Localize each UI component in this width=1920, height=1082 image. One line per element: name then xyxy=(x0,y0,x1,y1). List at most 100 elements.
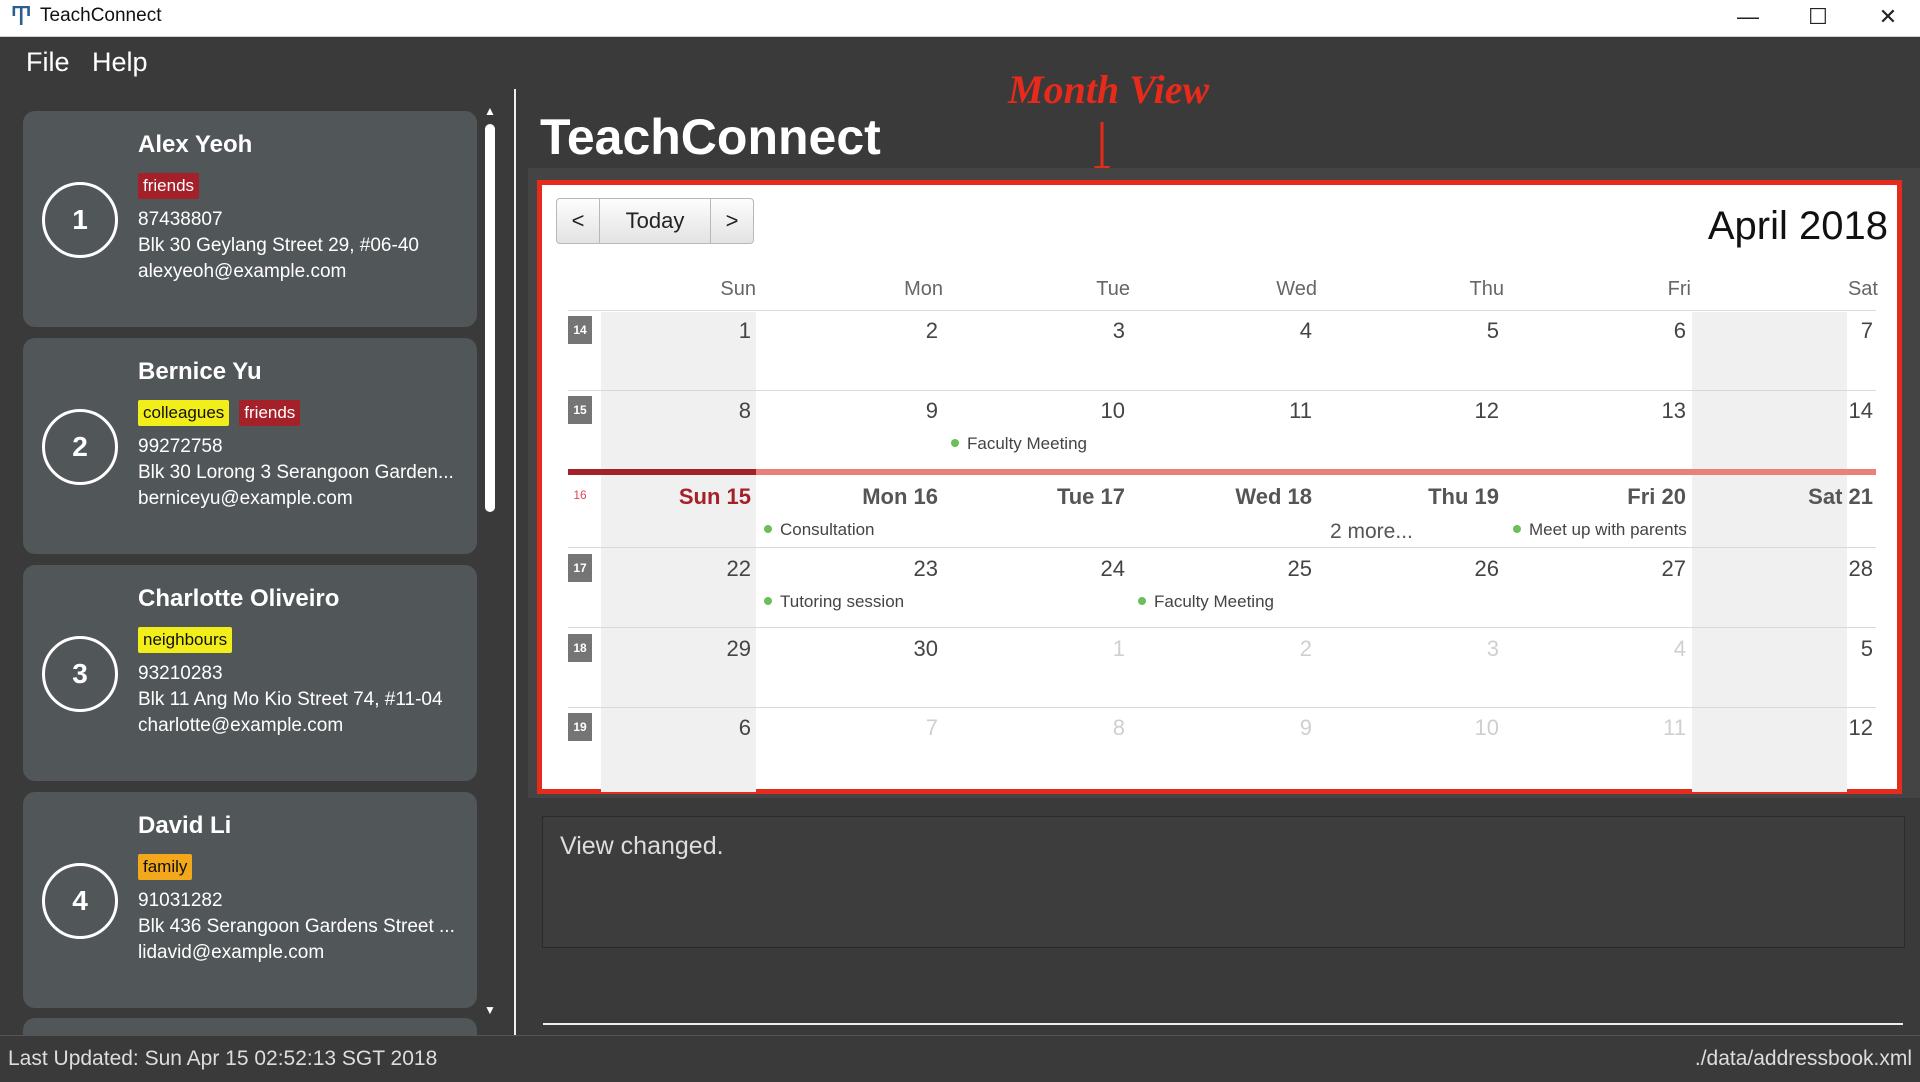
day-cell[interactable]: 10 xyxy=(1005,398,1125,424)
scroll-up-icon[interactable]: ▲ xyxy=(484,104,496,118)
contact-email: lidavid@example.com xyxy=(138,942,325,963)
contact-address: Blk 11 Ang Mo Kio Street 74, #11-04 xyxy=(138,689,443,710)
day-cell[interactable]: 27 xyxy=(1566,556,1686,582)
contact-phone: 91031282 xyxy=(138,890,223,911)
weekday-header: Sat xyxy=(1847,278,1878,300)
calendar-event[interactable]: Consultation xyxy=(764,520,875,540)
day-cell-other-month[interactable]: 11 xyxy=(1566,715,1686,741)
month-title: April 2018 xyxy=(1707,204,1888,248)
menu-help[interactable]: Help xyxy=(92,47,148,78)
day-cell-other-month[interactable]: 3 xyxy=(1379,636,1499,662)
day-cell[interactable]: 29 xyxy=(631,636,751,662)
day-cell[interactable]: Thu 19 xyxy=(1379,484,1499,510)
day-cell[interactable]: 30 xyxy=(818,636,938,662)
contact-card[interactable]: 2 Bernice Yu colleagues friends 99272758… xyxy=(23,338,477,554)
prev-month-button[interactable]: < xyxy=(557,199,600,243)
next-month-button[interactable]: > xyxy=(711,199,753,243)
day-cell[interactable]: Sat 21 xyxy=(1753,484,1873,510)
day-cell[interactable]: Wed 18 xyxy=(1192,484,1312,510)
event-dot-icon xyxy=(1513,524,1521,533)
day-cell[interactable]: 3 xyxy=(1005,318,1125,344)
day-cell-today[interactable]: Sun 15 xyxy=(631,484,751,510)
contact-card[interactable]: 1 Alex Yeoh friends 87438807 Blk 30 Geyl… xyxy=(23,111,477,327)
day-cell[interactable]: 25 xyxy=(1192,556,1312,582)
file-path-status: ./data/addressbook.xml xyxy=(1694,1047,1912,1070)
day-cell[interactable]: 28 xyxy=(1753,556,1873,582)
calendar-event[interactable]: Tutoring session xyxy=(764,592,904,612)
day-cell-other-month[interactable]: 4 xyxy=(1566,636,1686,662)
day-cell-other-month[interactable]: 9 xyxy=(1192,715,1312,741)
maximize-icon[interactable]: ☐ xyxy=(1783,0,1853,36)
today-button[interactable]: Today xyxy=(600,199,711,243)
day-cell-other-month[interactable]: 5 xyxy=(1753,636,1873,662)
event-label: Tutoring session xyxy=(780,592,905,611)
tag-badge: friends xyxy=(239,400,301,426)
day-cell-other-month[interactable]: 10 xyxy=(1379,715,1499,741)
contact-index: 2 xyxy=(42,409,118,485)
weekday-header: Sun xyxy=(720,278,756,300)
calendar-nav: < Today > xyxy=(556,198,754,244)
weekday-header: Thu xyxy=(1469,278,1504,300)
contact-name: David Li xyxy=(138,812,232,839)
day-cell[interactable]: 5 xyxy=(1379,318,1499,344)
weekday-header: Mon xyxy=(904,278,943,300)
contact-card-partial[interactable] xyxy=(23,1018,477,1035)
weekday-header: Tue xyxy=(1096,278,1130,300)
day-cell[interactable]: 24 xyxy=(1005,556,1125,582)
contact-name: Alex Yeoh xyxy=(138,131,253,158)
calendar-event[interactable]: Faculty Meeting xyxy=(951,434,1087,454)
contact-name: Bernice Yu xyxy=(138,358,262,385)
contact-index: 1 xyxy=(42,182,118,258)
event-dot-icon xyxy=(1138,596,1146,605)
event-dot-icon xyxy=(764,596,772,605)
day-cell[interactable]: Mon 16 xyxy=(818,484,938,510)
week-number: 19 xyxy=(568,713,592,741)
event-dot-icon xyxy=(764,524,772,533)
day-cell-other-month[interactable]: 6 xyxy=(631,715,751,741)
week-number: 16 xyxy=(573,488,587,502)
contact-card[interactable]: 4 David Li family 91031282 Blk 436 Seran… xyxy=(23,792,477,1008)
contact-card[interactable]: 3 Charlotte Oliveiro neighbours 93210283… xyxy=(23,565,477,781)
day-cell[interactable]: 8 xyxy=(631,398,751,424)
calendar-event[interactable]: Faculty Meeting xyxy=(1138,592,1274,612)
tag-badge: friends xyxy=(138,173,200,199)
scrollbar-thumb[interactable] xyxy=(485,124,495,512)
day-cell[interactable]: 6 xyxy=(1566,318,1686,344)
panel-divider[interactable] xyxy=(514,89,516,1035)
event-label: Faculty Meeting xyxy=(1154,592,1274,611)
day-cell[interactable]: 12 xyxy=(1379,398,1499,424)
event-dot-icon xyxy=(951,438,959,447)
menu-file[interactable]: File xyxy=(26,47,70,78)
week-number: 14 xyxy=(568,316,592,344)
day-cell[interactable]: 7 xyxy=(1753,318,1873,344)
day-cell[interactable]: Tue 17 xyxy=(1005,484,1125,510)
contact-phone: 93210283 xyxy=(138,663,223,684)
day-cell-other-month[interactable]: 7 xyxy=(818,715,938,741)
row-separator xyxy=(568,547,1876,548)
scroll-down-icon[interactable]: ▼ xyxy=(484,1003,496,1017)
day-cell[interactable]: 23 xyxy=(818,556,938,582)
minimize-icon[interactable]: — xyxy=(1713,0,1783,36)
more-events-link[interactable]: 2 more... xyxy=(1330,520,1413,544)
contact-address: Blk 30 Geylang Street 29, #06-40 xyxy=(138,235,419,256)
day-cell[interactable]: 13 xyxy=(1566,398,1686,424)
day-cell-other-month[interactable]: 12 xyxy=(1753,715,1873,741)
close-icon[interactable]: ✕ xyxy=(1853,0,1920,36)
day-cell-other-month[interactable]: 2 xyxy=(1192,636,1312,662)
day-cell[interactable]: 2 xyxy=(818,318,938,344)
day-cell[interactable]: Fri 20 xyxy=(1566,484,1686,510)
day-cell-other-month[interactable]: 1 xyxy=(1005,636,1125,662)
day-cell[interactable]: 1 xyxy=(631,318,751,344)
contact-phone: 99272758 xyxy=(138,436,223,457)
day-cell[interactable]: 9 xyxy=(818,398,938,424)
day-cell[interactable]: 4 xyxy=(1192,318,1312,344)
day-cell-other-month[interactable]: 8 xyxy=(1005,715,1125,741)
calendar-event[interactable]: Meet up with parents xyxy=(1513,520,1687,540)
day-cell[interactable]: 22 xyxy=(631,556,751,582)
day-cell[interactable]: 26 xyxy=(1379,556,1499,582)
contact-email: charlotte@example.com xyxy=(138,715,344,736)
day-cell[interactable]: 11 xyxy=(1192,398,1312,424)
tag-badge: family xyxy=(138,854,193,880)
week-number: 17 xyxy=(568,554,592,582)
day-cell[interactable]: 14 xyxy=(1753,398,1873,424)
